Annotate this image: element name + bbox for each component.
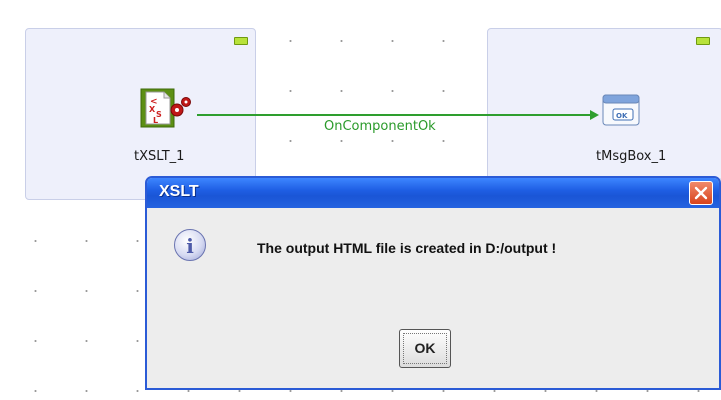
ok-button[interactable]: OK xyxy=(399,329,451,368)
information-icon: i xyxy=(174,229,206,261)
dialog-title: XSLT xyxy=(159,183,199,200)
dialog-body: i The output HTML file is created in D:/… xyxy=(147,208,719,388)
subjob-collapse-button[interactable] xyxy=(696,37,710,45)
component-label-tmsgbox[interactable]: tMsgBox_1 xyxy=(596,149,666,164)
svg-text:X: X xyxy=(149,105,156,114)
link-arrow-icon xyxy=(590,110,599,120)
svg-text:OK: OK xyxy=(616,112,628,120)
info-glyph: i xyxy=(186,234,194,258)
xslt-icon[interactable]: < X S L xyxy=(139,88,197,130)
component-label-txslt[interactable]: tXSLT_1 xyxy=(134,149,184,164)
subjob-collapse-button[interactable] xyxy=(234,37,248,45)
dialog-message: The output HTML file is created in D:/ou… xyxy=(257,240,557,256)
oncomponentok-link[interactable] xyxy=(197,114,591,116)
dialog-titlebar[interactable]: XSLT xyxy=(147,178,719,208)
svg-text:L: L xyxy=(153,116,158,125)
message-dialog: XSLT i The output HTML file is created i… xyxy=(145,176,721,390)
close-icon[interactable] xyxy=(689,181,713,205)
messagebox-icon[interactable]: OK xyxy=(601,93,643,129)
link-label[interactable]: OnComponentOk xyxy=(324,119,436,134)
